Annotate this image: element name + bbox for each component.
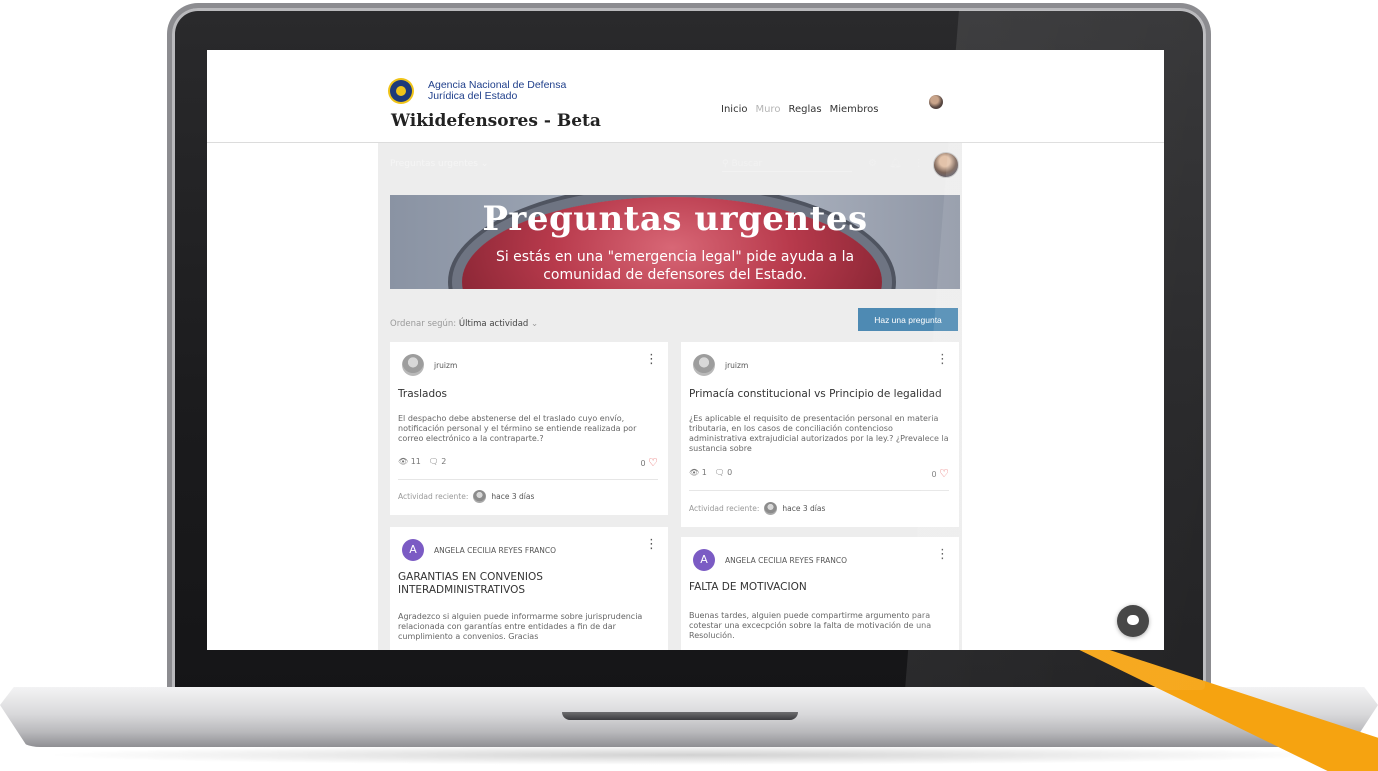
recent-activity: Actividad reciente: hace 3 días: [398, 490, 534, 503]
eye-icon: 👁︎: [398, 457, 409, 466]
comment-icon: 🗨︎: [714, 468, 725, 477]
more-options-icon[interactable]: ⋮: [645, 538, 658, 551]
banner-subtitle: Si estás en una "emergencia legal" pide …: [495, 249, 855, 283]
post-card[interactable]: A ANGELA CECILIA REYES FRANCO ⋮ GARANTIA…: [390, 527, 668, 650]
post-title[interactable]: GARANTIAS EN CONVENIOS INTERADMINISTRATI…: [398, 571, 660, 597]
post-likes: 0 ♡: [640, 456, 658, 469]
author-avatar[interactable]: [693, 354, 715, 376]
author-avatar[interactable]: A: [402, 539, 424, 561]
agency-seal-icon[interactable]: [390, 80, 412, 102]
category-dropdown-label: Preguntas urgentes: [390, 159, 478, 169]
post-author[interactable]: jruizm: [434, 361, 457, 370]
post-author[interactable]: ANGELA CECILIA REYES FRANCO: [725, 556, 847, 565]
ask-question-button[interactable]: Haz una pregunta: [858, 308, 958, 331]
search-input[interactable]: ⚲ Buscar: [722, 159, 852, 172]
forum-user-avatar[interactable]: [933, 152, 959, 178]
laptop-notch: [562, 712, 798, 720]
post-stats: 👁︎ 1 🗨︎ 0: [689, 468, 732, 477]
post-card[interactable]: A ANGELA CECILIA REYES FRANCO ⋮ FALTA DE…: [681, 537, 959, 650]
author-avatar[interactable]: [402, 354, 424, 376]
post-title[interactable]: FALTA DE MOTIVACION: [689, 581, 951, 594]
post-likes: 0 ♡: [931, 467, 949, 480]
activity-time: hace 3 días: [491, 492, 535, 501]
forum-content: Preguntas urgentes ⌄ ⚲ Buscar ⚙ 🔔︎ ⋮ Pre…: [378, 143, 962, 650]
avatar[interactable]: [473, 490, 487, 503]
top-nav: Inicio Muro Reglas Miembros: [721, 104, 878, 115]
avatar[interactable]: [764, 502, 778, 515]
agency-name-line2: Jurídica del Estado: [428, 90, 518, 102]
more-options-icon[interactable]: ⋮: [645, 353, 658, 366]
view-count: 11: [410, 457, 421, 466]
search-placeholder: Buscar: [731, 159, 763, 169]
comment-count: 2: [441, 457, 447, 466]
sort-selector[interactable]: Ordenar según: Última actividad ⌄: [390, 319, 538, 329]
post-excerpt[interactable]: ¿Es aplicable el requisito de presentaci…: [689, 414, 951, 454]
agency-name[interactable]: Agencia Nacional de Defensa Jurídica del…: [428, 80, 598, 102]
settings-icon[interactable]: ⚙: [868, 158, 877, 169]
comment-count: 0: [727, 468, 733, 477]
forum-icons: ⚙ 🔔︎ ⋮: [868, 158, 924, 169]
forum-toolbar: Preguntas urgentes ⌄ ⚲ Buscar ⚙ 🔔︎ ⋮: [390, 151, 960, 179]
post-title[interactable]: Traslados: [398, 388, 660, 401]
author-avatar[interactable]: A: [693, 549, 715, 571]
divider: [398, 479, 658, 480]
nav-muro[interactable]: Muro: [755, 104, 780, 115]
laptop-shadow: [40, 745, 1340, 765]
like-count: 0: [640, 459, 646, 468]
post-stats: 👁︎ 11 🗨︎ 2: [398, 457, 446, 466]
chat-widget-button[interactable]: [1117, 605, 1149, 637]
comment-icon: 🗨︎: [428, 457, 439, 466]
divider: [689, 490, 949, 491]
nav-inicio[interactable]: Inicio: [721, 104, 747, 115]
recent-activity: Actividad reciente: hace 3 días: [689, 502, 825, 515]
post-excerpt[interactable]: El despacho debe abstenerse del el trasl…: [398, 414, 660, 444]
activity-label: Actividad reciente:: [398, 492, 469, 501]
post-card[interactable]: jruizm ⋮ Primacía constitucional vs Prin…: [681, 342, 959, 527]
post-excerpt[interactable]: Agradezco si alguien puede informarme so…: [398, 612, 660, 642]
sort-selected: Última actividad: [458, 319, 529, 329]
site-title[interactable]: Wikidefensores - Beta: [391, 111, 601, 131]
chevron-down-icon: ⌄: [480, 159, 489, 169]
category-dropdown[interactable]: Preguntas urgentes ⌄: [390, 159, 488, 169]
post-author[interactable]: ANGELA CECILIA REYES FRANCO: [434, 546, 556, 555]
more-options-icon[interactable]: ⋮: [936, 548, 949, 561]
more-options-icon[interactable]: ⋮: [936, 353, 949, 366]
activity-time: hace 3 días: [782, 504, 826, 513]
banner: Preguntas urgentes Si estás en una "emer…: [390, 195, 960, 289]
chevron-down-icon: ⌄: [531, 319, 539, 329]
heart-icon[interactable]: ♡: [939, 467, 949, 480]
nav-miembros[interactable]: Miembros: [830, 104, 879, 115]
view-count: 1: [701, 468, 707, 477]
sort-prefix: Ordenar según:: [390, 319, 457, 329]
nav-reglas[interactable]: Reglas: [788, 104, 821, 115]
laptop-screen: Agencia Nacional de Defensa Jurídica del…: [207, 50, 1164, 650]
post-title[interactable]: Primacía constitucional vs Principio de …: [689, 388, 951, 401]
post-card[interactable]: jruizm ⋮ Traslados El despacho debe abst…: [390, 342, 668, 515]
post-author[interactable]: jruizm: [725, 361, 748, 370]
more-options-icon[interactable]: ⋮: [914, 158, 924, 169]
user-avatar[interactable]: [929, 95, 943, 109]
eye-icon: 👁︎: [689, 468, 700, 477]
notifications-icon[interactable]: 🔔︎: [889, 158, 902, 169]
site-header: Agencia Nacional de Defensa Jurídica del…: [207, 50, 1164, 143]
like-count: 0: [931, 470, 937, 479]
post-excerpt[interactable]: Buenas tardes, alguien puede compartirme…: [689, 611, 951, 641]
activity-label: Actividad reciente:: [689, 504, 760, 513]
heart-icon[interactable]: ♡: [648, 456, 658, 469]
banner-title: Preguntas urgentes: [482, 199, 868, 239]
